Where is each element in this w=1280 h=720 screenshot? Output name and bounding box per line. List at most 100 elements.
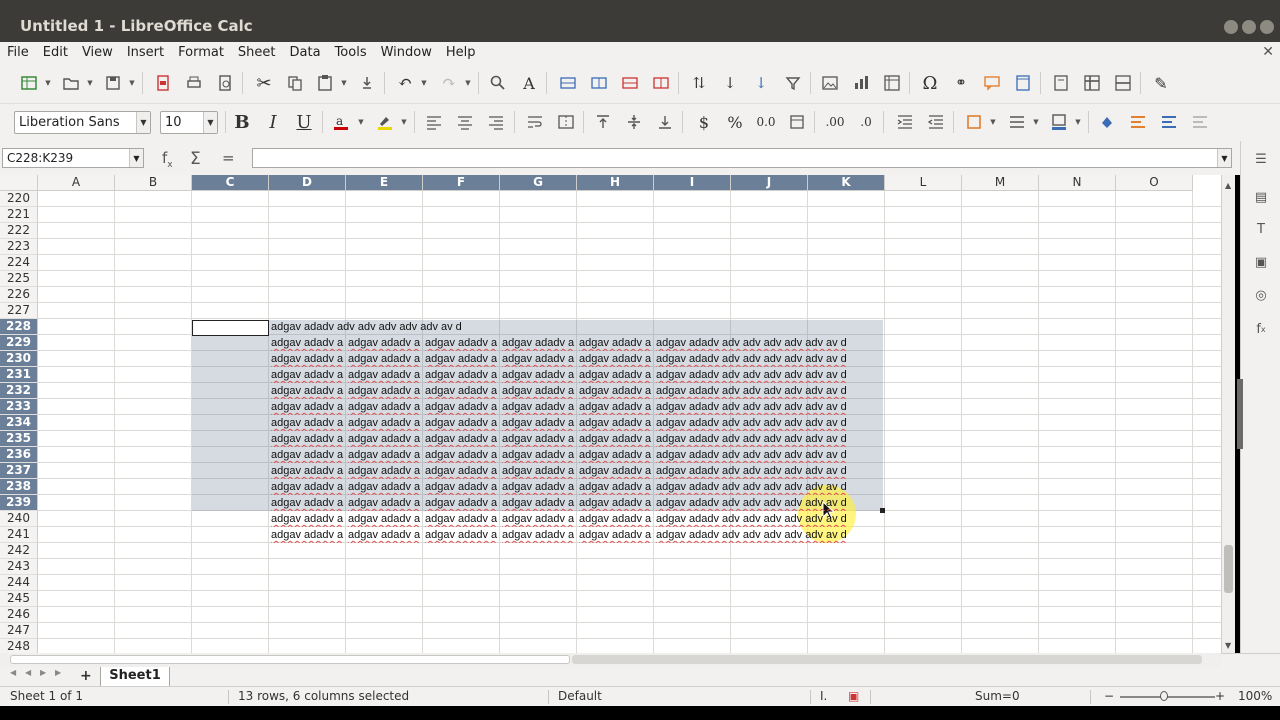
cell-g230[interactable]: adgav adadv a (502, 351, 576, 367)
horizontal-scroll-thumb[interactable] (10, 655, 570, 664)
decrease-indent-icon[interactable] (923, 109, 949, 135)
center-vertically-icon[interactable] (621, 109, 647, 135)
number-format-icon[interactable]: 0.0 (753, 109, 779, 135)
pivot-table-icon[interactable] (879, 70, 905, 96)
sum-icon[interactable]: Σ (190, 149, 201, 169)
cell-i236[interactable]: adgav adadv adv adv adv adv adv av d (656, 447, 846, 463)
cell-h233[interactable]: adgav adadv a (579, 399, 653, 415)
underline-icon[interactable]: U (291, 109, 317, 135)
cell-d238[interactable]: adgav adadv a (271, 479, 345, 495)
conditional-format-icon[interactable] (1125, 109, 1151, 135)
cell-i237[interactable]: adgav adadv adv adv adv adv adv av d (656, 463, 846, 479)
cell-f230[interactable]: adgav adadv a (425, 351, 499, 367)
row-header-242[interactable]: 242 (0, 543, 38, 559)
cell-h231[interactable]: adgav adadv a (579, 367, 653, 383)
menu-data[interactable]: Data (283, 45, 328, 60)
cell-f238[interactable]: adgav adadv a (425, 479, 499, 495)
formula-icon[interactable]: = (222, 149, 235, 167)
row-header-234[interactable]: 234 (0, 415, 38, 431)
cell-i233[interactable]: adgav adadv adv adv adv adv adv av d (656, 399, 846, 415)
cell-f233[interactable]: adgav adadv a (425, 399, 499, 415)
row-header-237[interactable]: 237 (0, 463, 38, 479)
chevron-down-icon[interactable]: ▼ (420, 70, 428, 96)
cell-e233[interactable]: adgav adadv a (348, 399, 422, 415)
cell-g231[interactable]: adgav adadv a (502, 367, 576, 383)
cell-i229[interactable]: adgav adadv adv adv adv adv adv av d (656, 335, 846, 351)
formula-input[interactable]: ▼ (252, 148, 1232, 168)
autofilter-icon[interactable] (780, 70, 806, 96)
cell-h241[interactable]: adgav adadv a (579, 527, 653, 543)
cell-e239[interactable]: adgav adadv a (348, 495, 422, 511)
cell-g237[interactable]: adgav adadv a (502, 463, 576, 479)
column-header-b[interactable]: B (115, 175, 192, 191)
insert-chart-icon[interactable] (848, 70, 874, 96)
cell-i239[interactable]: adgav adadv adv adv adv adv adv av d (656, 495, 846, 511)
cell-g240[interactable]: adgav adadv a (502, 511, 576, 527)
cell-i235[interactable]: adgav adadv adv adv adv adv adv av d (656, 431, 846, 447)
cell-f232[interactable]: adgav adadv a (425, 383, 499, 399)
gallery-icon[interactable]: ▣ (1251, 252, 1271, 272)
row-header-224[interactable]: 224 (0, 255, 38, 271)
column-header-l[interactable]: L (885, 175, 962, 191)
sort-ascending-icon[interactable]: ↓ (717, 70, 743, 96)
print-icon[interactable] (181, 70, 207, 96)
chevron-down-icon[interactable]: ▼ (44, 70, 52, 96)
cell-g232[interactable]: adgav adadv a (502, 383, 576, 399)
sort-icon[interactable]: ⇅ (686, 70, 712, 96)
chevron-down-icon[interactable]: ▼ (1074, 109, 1082, 135)
increase-indent-icon[interactable] (892, 109, 918, 135)
cell-g229[interactable]: adgav adadv a (502, 335, 576, 351)
maximize-button[interactable] (1242, 20, 1256, 34)
column-header-j[interactable]: J (731, 175, 808, 191)
active-cell[interactable] (192, 320, 269, 336)
undo-icon[interactable]: ↶ (392, 70, 418, 96)
row-header-248[interactable]: 248 (0, 639, 38, 653)
cell-f241[interactable]: adgav adadv a (425, 527, 499, 543)
row-header-241[interactable]: 241 (0, 527, 38, 543)
cell-d234[interactable]: adgav adadv a (271, 415, 345, 431)
insert-image-icon[interactable] (817, 70, 843, 96)
chevron-down-icon[interactable]: ▼ (86, 70, 94, 96)
scroll-down-icon[interactable]: ▼ (1225, 641, 1231, 650)
cell-d229[interactable]: adgav adadv a (271, 335, 345, 351)
align-left-icon[interactable] (421, 109, 447, 135)
cell-i230[interactable]: adgav adadv adv adv adv adv adv av d (656, 351, 846, 367)
align-top-icon[interactable] (590, 109, 616, 135)
cell-h236[interactable]: adgav adadv a (579, 447, 653, 463)
menu-window[interactable]: Window (374, 45, 439, 60)
row-header-230[interactable]: 230 (0, 351, 38, 367)
cell-e236[interactable]: adgav adadv a (348, 447, 422, 463)
cell-e232[interactable]: adgav adadv a (348, 383, 422, 399)
cell-e237[interactable]: adgav adadv a (348, 463, 422, 479)
cell-h237[interactable]: adgav adadv a (579, 463, 653, 479)
cell-h234[interactable]: adgav adadv a (579, 415, 653, 431)
cell-h239[interactable]: adgav adadv a (579, 495, 653, 511)
save-icon[interactable] (100, 70, 126, 96)
menu-help[interactable]: Help (439, 45, 483, 60)
bold-icon[interactable]: B (229, 109, 255, 135)
row-header-238[interactable]: 238 (0, 479, 38, 495)
next-sheet-icon[interactable]: ▶ (40, 668, 46, 677)
cell-e229[interactable]: adgav adadv a (348, 335, 422, 351)
navigator-icon[interactable]: ◎ (1251, 285, 1271, 305)
row-header-232[interactable]: 232 (0, 383, 38, 399)
cell-f237[interactable]: adgav adadv a (425, 463, 499, 479)
border-color-icon[interactable] (1046, 109, 1072, 135)
find-replace-icon[interactable] (485, 70, 511, 96)
cell-f236[interactable]: adgav adadv a (425, 447, 499, 463)
row-header-235[interactable]: 235 (0, 431, 38, 447)
chevron-down-icon[interactable]: ▼ (203, 112, 217, 133)
delete-column-icon[interactable] (648, 70, 674, 96)
percent-icon[interactable]: % (722, 109, 748, 135)
cell-e231[interactable]: adgav adadv a (348, 367, 422, 383)
column-header-n[interactable]: N (1039, 175, 1116, 191)
column-header-e[interactable]: E (346, 175, 423, 191)
delete-row-icon[interactable] (617, 70, 643, 96)
cell-i241[interactable]: adgav adadv adv adv adv adv adv av d (656, 527, 846, 543)
chevron-down-icon[interactable]: ▼ (357, 109, 365, 135)
menu-format[interactable]: Format (171, 45, 231, 60)
cell-e240[interactable]: adgav adadv a (348, 511, 422, 527)
chevron-down-icon[interactable]: ▼ (340, 70, 348, 96)
row-header-226[interactable]: 226 (0, 287, 38, 303)
row-header-231[interactable]: 231 (0, 367, 38, 383)
